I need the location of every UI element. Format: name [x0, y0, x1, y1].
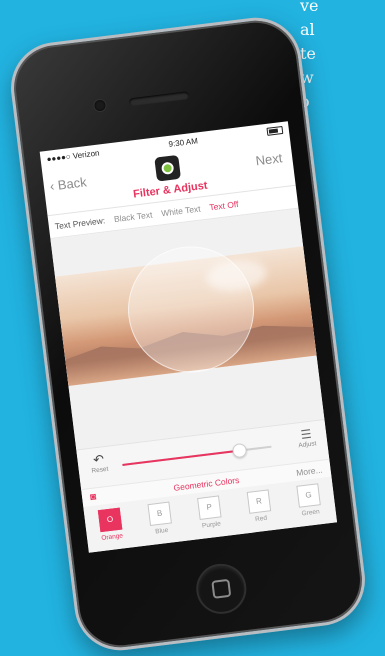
intensity-slider[interactable] — [122, 442, 272, 466]
slider-knob[interactable] — [231, 442, 248, 459]
swatch-purple[interactable]: P Purple — [188, 494, 232, 531]
side-text-line: te — [300, 44, 316, 63]
background-side-text: ve al te w o — [300, 0, 385, 114]
side-text-line: w — [300, 68, 314, 87]
battery-icon — [266, 125, 284, 136]
swatch-orange[interactable]: O Orange — [89, 507, 133, 544]
earpiece-speaker — [128, 91, 190, 107]
text-off-option[interactable]: Text Off — [209, 198, 239, 211]
front-camera-icon — [93, 99, 107, 112]
swatch-box: B — [147, 501, 172, 527]
adjust-button[interactable]: ☰ Adjust — [291, 426, 321, 450]
swatch-blue[interactable]: B Blue — [139, 500, 183, 537]
swatch-box: P — [197, 495, 222, 520]
swatch-green[interactable]: G Green — [287, 482, 331, 519]
status-time: 9:30 AM — [168, 135, 199, 149]
swatch-red[interactable]: R Red — [238, 488, 282, 525]
logo-mark — [160, 161, 175, 175]
side-text-line: o — [300, 90, 385, 114]
swatch-label: Purple — [201, 520, 222, 530]
back-label: Back — [56, 174, 88, 193]
white-text-option[interactable]: White Text — [161, 203, 201, 218]
slider-fill — [122, 449, 239, 466]
swatch-label: Red — [254, 514, 268, 524]
swatch-box: O — [97, 507, 123, 533]
app-logo — [154, 154, 182, 182]
home-button[interactable] — [193, 560, 250, 617]
next-button[interactable]: Next — [255, 150, 283, 168]
phone-screen: ●●●●○ Verizon 9:30 AM ‹ Back Filter & Ad… — [39, 121, 338, 553]
text-preview-label: Text Preview: — [54, 214, 106, 231]
side-text-line: ve — [300, 0, 319, 15]
black-text-option[interactable]: Black Text — [113, 209, 153, 224]
back-button[interactable]: ‹ Back — [49, 174, 87, 193]
home-button-icon — [211, 578, 232, 599]
photo-canvas — [50, 208, 325, 450]
side-text-line: al — [300, 20, 315, 39]
more-button[interactable]: More... — [296, 465, 323, 478]
reset-button[interactable]: ↶ Reset — [85, 451, 113, 475]
swatch-label: Blue — [154, 526, 169, 536]
swatch-box: R — [246, 489, 272, 514]
swatch-label: Green — [301, 508, 321, 518]
swatch-label: Orange — [101, 532, 124, 543]
swatch-box: G — [296, 483, 321, 508]
